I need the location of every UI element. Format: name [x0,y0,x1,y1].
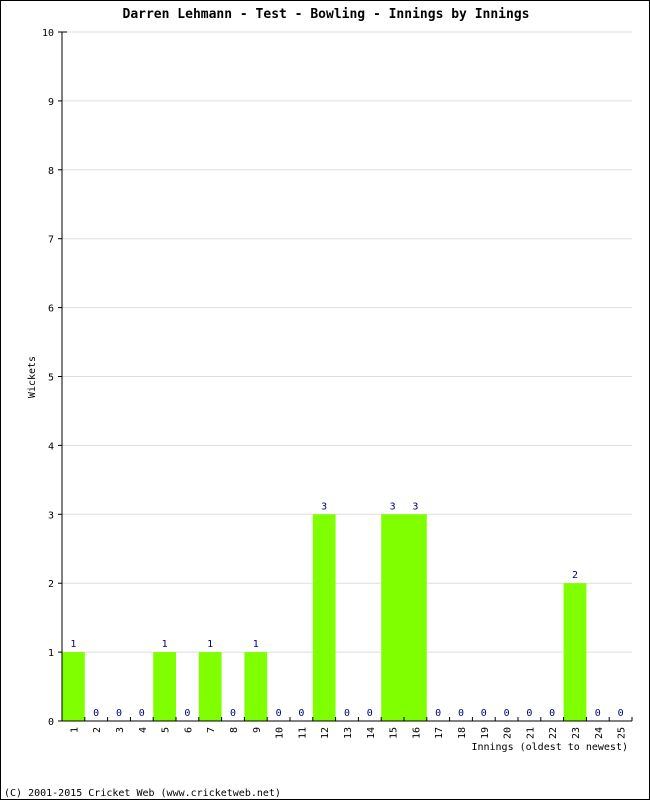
y-tick-label: 4 [48,441,54,452]
data-label: 0 [549,708,555,719]
x-tick-label: 25 [617,727,628,739]
x-tick-label: 5 [161,727,172,733]
x-tick-label: 8 [229,727,240,733]
y-axis-label: Wickets [27,356,38,398]
data-label: 0 [618,708,624,719]
data-label: 0 [526,708,532,719]
x-tick-labels: 1 2 3 4 5 6 7 8 9 10 11 12 13 14 15 16 17 18 19 20 21 22 23 24 2… [69,727,627,739]
data-label: 0 [367,708,373,719]
data-label: 0 [435,708,441,719]
data-label: 0 [139,708,145,719]
data-label: 0 [298,708,304,719]
x-tick-label: 1 [69,727,80,733]
x-tick-label: 19 [480,727,491,739]
x-tick-label: 24 [594,727,605,739]
data-label: 1 [70,639,76,650]
data-label: 0 [344,708,350,719]
data-label: 0 [116,708,122,719]
data-label: 0 [184,708,190,719]
y-tick-label: 9 [48,97,54,108]
gridlines [62,31,632,653]
x-tick-label: 11 [297,727,308,739]
bar [198,652,222,721]
x-tick-label: 10 [275,727,286,739]
data-label: 1 [207,639,213,650]
x-tick-label: 6 [183,727,194,733]
x-tick-label: 22 [548,727,559,739]
data-label: 3 [412,501,418,512]
x-tick-label: 18 [457,727,468,739]
x-tick-label: 4 [138,727,149,733]
data-label: 1 [253,639,259,650]
x-tick-label: 16 [411,727,422,739]
x-tick-label: 3 [115,727,126,733]
x-tick-label: 17 [434,727,445,739]
y-tick-label: 8 [48,166,54,177]
data-label: 0 [230,708,236,719]
x-tick-label: 9 [252,727,263,733]
x-axis-label: Innings (oldest to newest) [471,742,628,753]
data-label: 0 [276,708,282,719]
x-tick-label: 23 [571,727,582,739]
y-tick-label: 5 [48,373,54,384]
chart-title: Darren Lehmann - Test - Bowling - Inning… [123,7,530,22]
data-label: 3 [321,501,327,512]
x-tick-label: 7 [206,727,217,733]
data-label: 3 [390,501,396,512]
bar [153,652,176,721]
x-tick-label: 14 [366,727,377,739]
y-tick-label: 10 [42,28,54,39]
x-tick-label: 15 [389,727,400,739]
bar [381,514,404,721]
bars [62,514,587,721]
bar-chart: Darren Lehmann - Test - Bowling - Inning… [4,7,633,799]
x-tick-label: 2 [92,727,103,733]
data-label: 2 [572,570,578,581]
x-tick-label: 21 [525,727,536,739]
y-tick-label: 1 [48,648,54,659]
y-tick-label: 6 [48,304,54,315]
x-tick-label: 20 [503,727,514,739]
y-tick-label: 3 [48,510,54,521]
x-tick-label: 13 [343,727,354,739]
chart-frame: Darren Lehmann - Test - Bowling - Inning… [0,0,650,800]
data-label: 0 [458,708,464,719]
bar [62,652,85,721]
y-tick-label: 7 [48,235,54,246]
data-label: 0 [504,708,510,719]
y-tick-label: 0 [48,717,54,728]
data-label: 0 [481,708,487,719]
bar [244,652,268,721]
y-tick-labels: 0 1 2 3 4 5 6 7 8 9 10 [42,28,54,728]
data-label: 1 [162,639,168,650]
copyright-footer: (C) 2001-2015 Cricket Web (www.cricketwe… [4,788,281,799]
bar [563,583,587,721]
bar [312,514,336,721]
y-tick-label: 2 [48,579,54,590]
x-tick-label: 12 [320,727,331,739]
bar [404,514,427,721]
data-label: 0 [93,708,99,719]
data-label: 0 [595,708,601,719]
